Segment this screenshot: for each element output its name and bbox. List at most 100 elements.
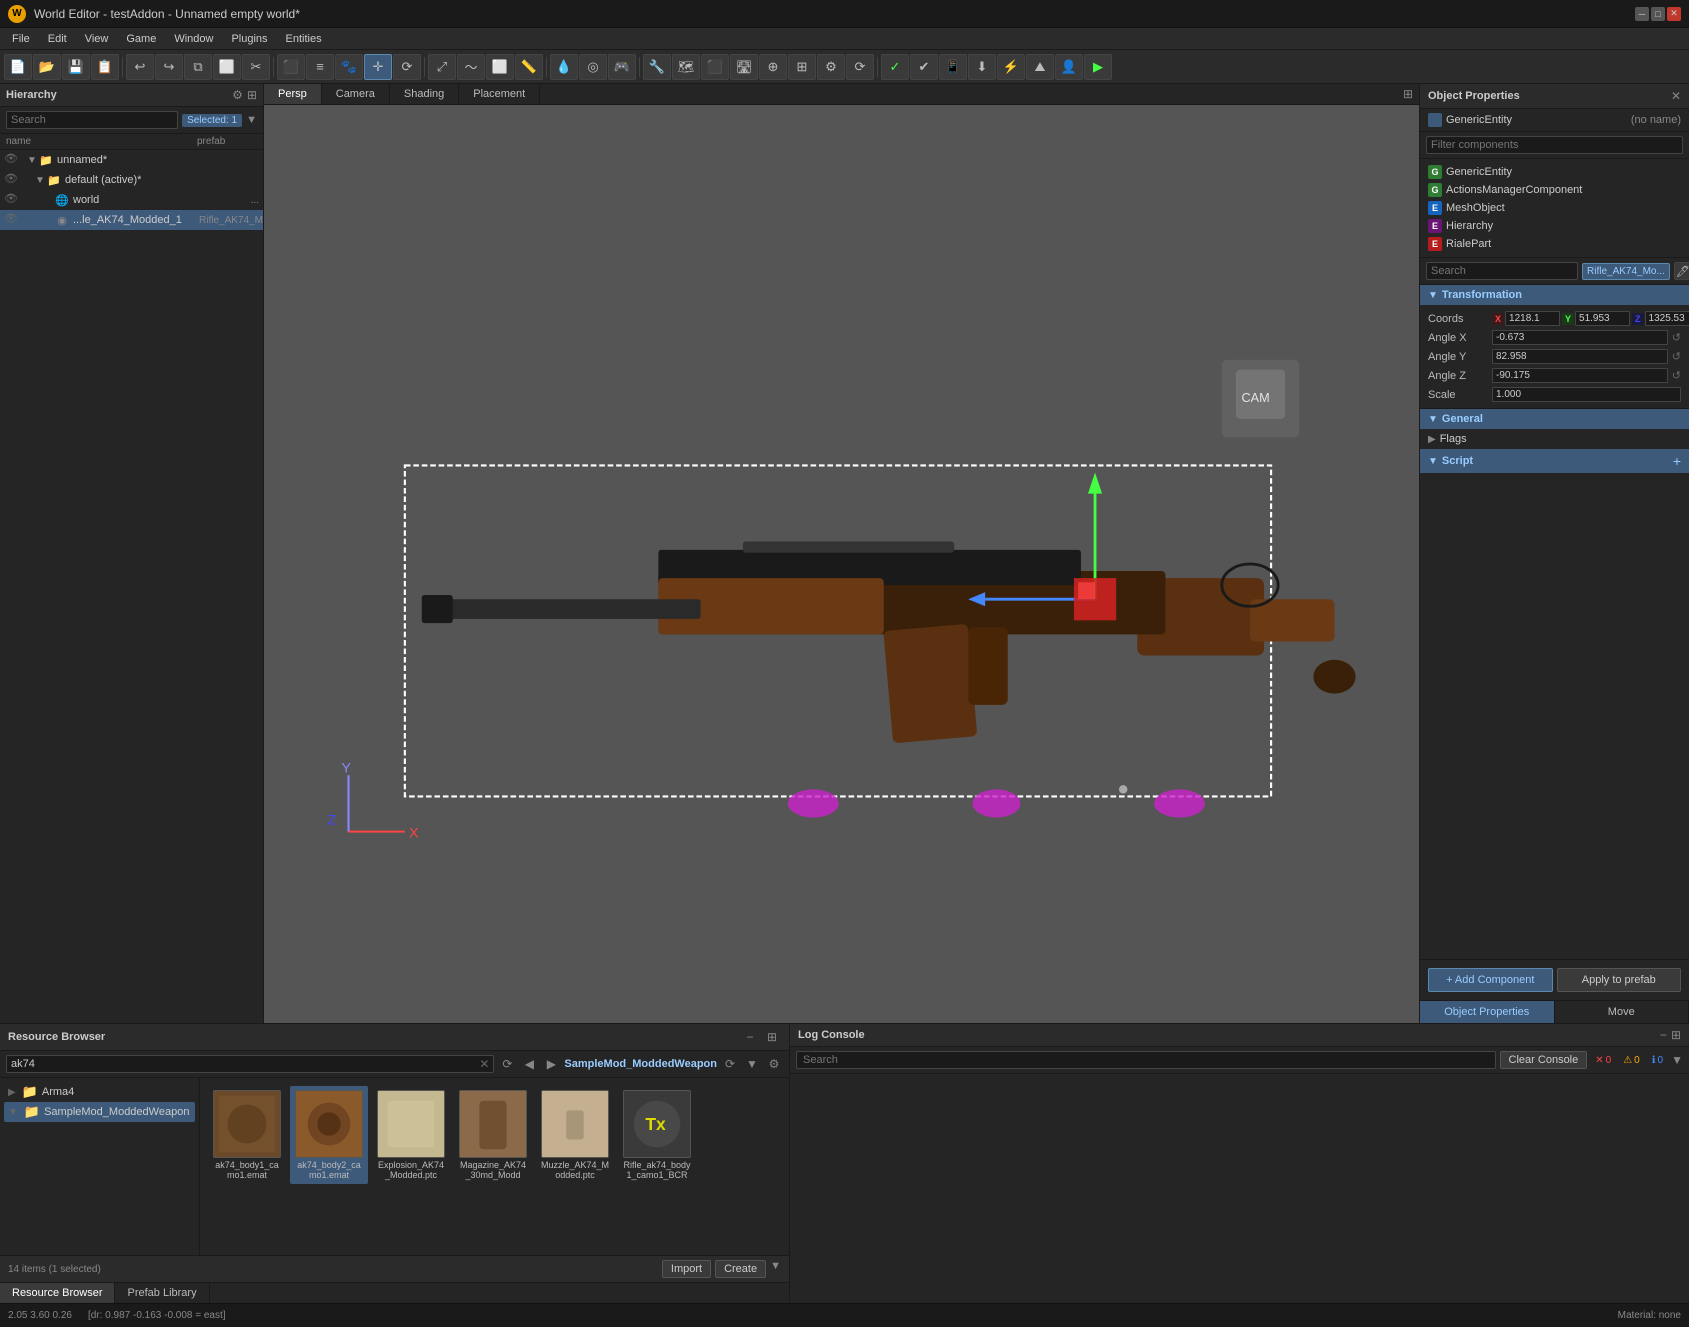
rb-item-body2camo[interactable]: ak74_body2_camo1.emat — [290, 1086, 368, 1184]
hierarchy-search-input[interactable] — [6, 111, 178, 129]
tb-redo[interactable]: ↪ — [155, 54, 183, 80]
angley-input[interactable] — [1492, 349, 1668, 364]
obj-props-close-icon[interactable]: ✕ — [1671, 89, 1681, 103]
lc-search-input[interactable] — [796, 1051, 1496, 1069]
tb-curve[interactable]: 〜 — [457, 54, 485, 80]
viewport-tab-placement[interactable]: Placement — [459, 84, 540, 104]
rb-tree-arma4[interactable]: ▶ 📁 Arma4 — [4, 1082, 195, 1102]
tb-cube[interactable]: ⬛ — [277, 54, 305, 80]
vis-toggle-rifle[interactable]: 👁 — [4, 212, 20, 228]
vis-toggle-unnamed[interactable]: 👁 — [4, 152, 20, 168]
lc-clear-button[interactable]: Clear Console — [1500, 1051, 1588, 1069]
script-header[interactable]: ▼ Script + — [1420, 449, 1689, 473]
hierarchy-filter-icon[interactable]: ▼ — [246, 114, 257, 126]
tb-road[interactable]: 🛣 — [730, 54, 758, 80]
tb-layers[interactable]: ≡ — [306, 54, 334, 80]
rb-nav-filter[interactable]: ▼ — [743, 1055, 761, 1073]
vis-toggle-default[interactable]: 👁 — [4, 172, 20, 188]
tb-copy[interactable]: ⧉ — [184, 54, 212, 80]
tb-empty[interactable]: ⬜ — [213, 54, 241, 80]
menu-game[interactable]: Game — [118, 31, 164, 47]
tree-toggle-unnamed[interactable]: ▼ — [26, 154, 38, 166]
menu-plugins[interactable]: Plugins — [223, 31, 275, 47]
apply-prefab-button[interactable]: Apply to prefab — [1557, 968, 1682, 992]
lc-expand-icon[interactable]: ⊞ — [1671, 1028, 1681, 1042]
rb-item-rifle-tx[interactable]: Tx Rifle_ak74_body1_camo1_BCR — [618, 1086, 696, 1184]
rb-tab-browser[interactable]: Resource Browser — [0, 1283, 115, 1303]
tb-select[interactable]: ⬜ — [486, 54, 514, 80]
viewport-icon-1[interactable]: ⊞ — [1403, 87, 1413, 101]
tb-settings[interactable]: ⚙ — [817, 54, 845, 80]
menu-window[interactable]: Window — [166, 31, 221, 47]
tree-item-default[interactable]: 👁 ▼ 📁 default (active)* — [0, 170, 263, 190]
lc-filter-icon[interactable]: ▼ — [1671, 1053, 1683, 1067]
tb-agent[interactable]: 👤 — [1055, 54, 1083, 80]
tb-wrench[interactable]: 🔧 — [643, 54, 671, 80]
tb-save-as[interactable]: 📋 — [91, 54, 119, 80]
tb-joint[interactable]: ⊕ — [759, 54, 787, 80]
add-component-button[interactable]: + Add Component — [1428, 968, 1553, 992]
rb-item-body1camo[interactable]: ak74_body1_camo1.emat — [208, 1086, 286, 1184]
rb-nav-sync[interactable]: ⟳ — [721, 1055, 739, 1073]
tb-undo[interactable]: ↩ — [126, 54, 154, 80]
tb-sync[interactable]: ⟳ — [846, 54, 874, 80]
tb-open[interactable]: 📂 — [33, 54, 61, 80]
tb-play[interactable]: ▶ — [1084, 54, 1112, 80]
viewport-tab-camera[interactable]: Camera — [322, 84, 390, 104]
viewport-canvas[interactable]: Y X Z — [264, 105, 1419, 1023]
coord-x-input[interactable] — [1505, 311, 1560, 326]
obj-btn-1[interactable]: 🖊 — [1674, 262, 1689, 280]
rb-search-input[interactable] — [11, 1058, 475, 1070]
rb-collapse-icon[interactable]: − — [741, 1028, 759, 1046]
maximize-button[interactable]: □ — [1651, 7, 1665, 21]
vis-toggle-world[interactable]: 👁 — [4, 192, 20, 208]
rb-item-muzzle[interactable]: Muzzle_AK74_Modded.ptc — [536, 1086, 614, 1184]
tb-new[interactable]: 📄 — [4, 54, 32, 80]
filter-components-input[interactable] — [1426, 136, 1683, 154]
tb-move[interactable]: ✛ — [364, 54, 392, 80]
rb-tree-samplemod[interactable]: ▼ 📁 SampleMod_ModdedWeapon — [4, 1102, 195, 1122]
tb-filter[interactable]: ⬛ — [701, 54, 729, 80]
rb-create-button[interactable]: Create — [715, 1260, 766, 1278]
tree-item-world[interactable]: 👁 🌐 world ... — [0, 190, 263, 210]
rb-item-magazine[interactable]: Magazine_AK74_30md_Modd — [454, 1086, 532, 1184]
tb-check[interactable]: ✓ — [881, 54, 909, 80]
lc-collapse-icon[interactable]: − — [1660, 1028, 1667, 1042]
rb-item-explosion[interactable]: Explosion_AK74_Modded.ptc — [372, 1086, 450, 1184]
obj-search-input[interactable] — [1426, 262, 1578, 280]
obj-tab-move[interactable]: Move — [1555, 1001, 1689, 1023]
tb-measure[interactable]: 📏 — [515, 54, 543, 80]
rb-search-clear-btn[interactable]: ✕ — [479, 1057, 489, 1071]
viewport-tab-shading[interactable]: Shading — [390, 84, 459, 104]
anglex-reset[interactable]: ↺ — [1672, 331, 1681, 344]
tb-terrain[interactable]: 🗺 — [672, 54, 700, 80]
coord-z-input[interactable] — [1645, 311, 1689, 326]
tb-save[interactable]: 💾 — [62, 54, 90, 80]
menu-edit[interactable]: Edit — [40, 31, 75, 47]
tb-check2[interactable]: ✔ — [910, 54, 938, 80]
obj-tab-properties[interactable]: Object Properties — [1420, 1001, 1555, 1023]
viewport-tab-persp[interactable]: Persp — [264, 84, 322, 104]
rb-import-button[interactable]: Import — [662, 1260, 711, 1278]
tb-mountain[interactable]: ⛰ — [1026, 54, 1054, 80]
coord-y-input[interactable] — [1575, 311, 1630, 326]
angley-reset[interactable]: ↺ — [1672, 350, 1681, 363]
tb-flash[interactable]: ⚡ — [997, 54, 1025, 80]
tb-target[interactable]: ◎ — [579, 54, 607, 80]
scale-input[interactable] — [1492, 387, 1681, 402]
flag-item[interactable]: ▶ Flags — [1428, 431, 1681, 447]
tb-dl[interactable]: ⬇ — [968, 54, 996, 80]
anglex-input[interactable] — [1492, 330, 1668, 345]
transformation-header[interactable]: ▼ Transformation — [1420, 285, 1689, 305]
rb-nav-settings[interactable]: ⚙ — [765, 1055, 783, 1073]
hierarchy-expand-icon[interactable]: ⊞ — [247, 88, 257, 102]
rb-create-dropdown-icon[interactable]: ▼ — [770, 1260, 781, 1278]
tb-phone[interactable]: 📱 — [939, 54, 967, 80]
menu-view[interactable]: View — [77, 31, 117, 47]
tb-move-obj[interactable]: 🐾 — [335, 54, 363, 80]
hierarchy-settings-icon[interactable]: ⚙ — [232, 88, 243, 102]
tb-eyedropper[interactable]: 💧 — [550, 54, 578, 80]
rb-nav-refresh[interactable]: ⟳ — [498, 1055, 516, 1073]
tree-item-rifle[interactable]: 👁 ◉ ...le_AK74_Modded_1 Rifle_AK74_Modd — [0, 210, 263, 230]
general-header[interactable]: ▼ General — [1420, 409, 1689, 429]
